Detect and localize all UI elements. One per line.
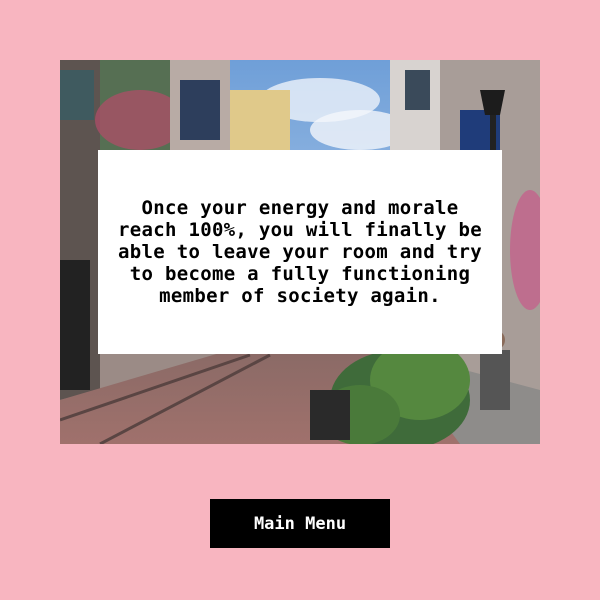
dialog-message: Once your energy and morale reach 100%, … [118, 197, 482, 307]
message-dialog: Once your energy and morale reach 100%, … [98, 150, 502, 354]
main-menu-button[interactable]: Main Menu [210, 499, 390, 548]
